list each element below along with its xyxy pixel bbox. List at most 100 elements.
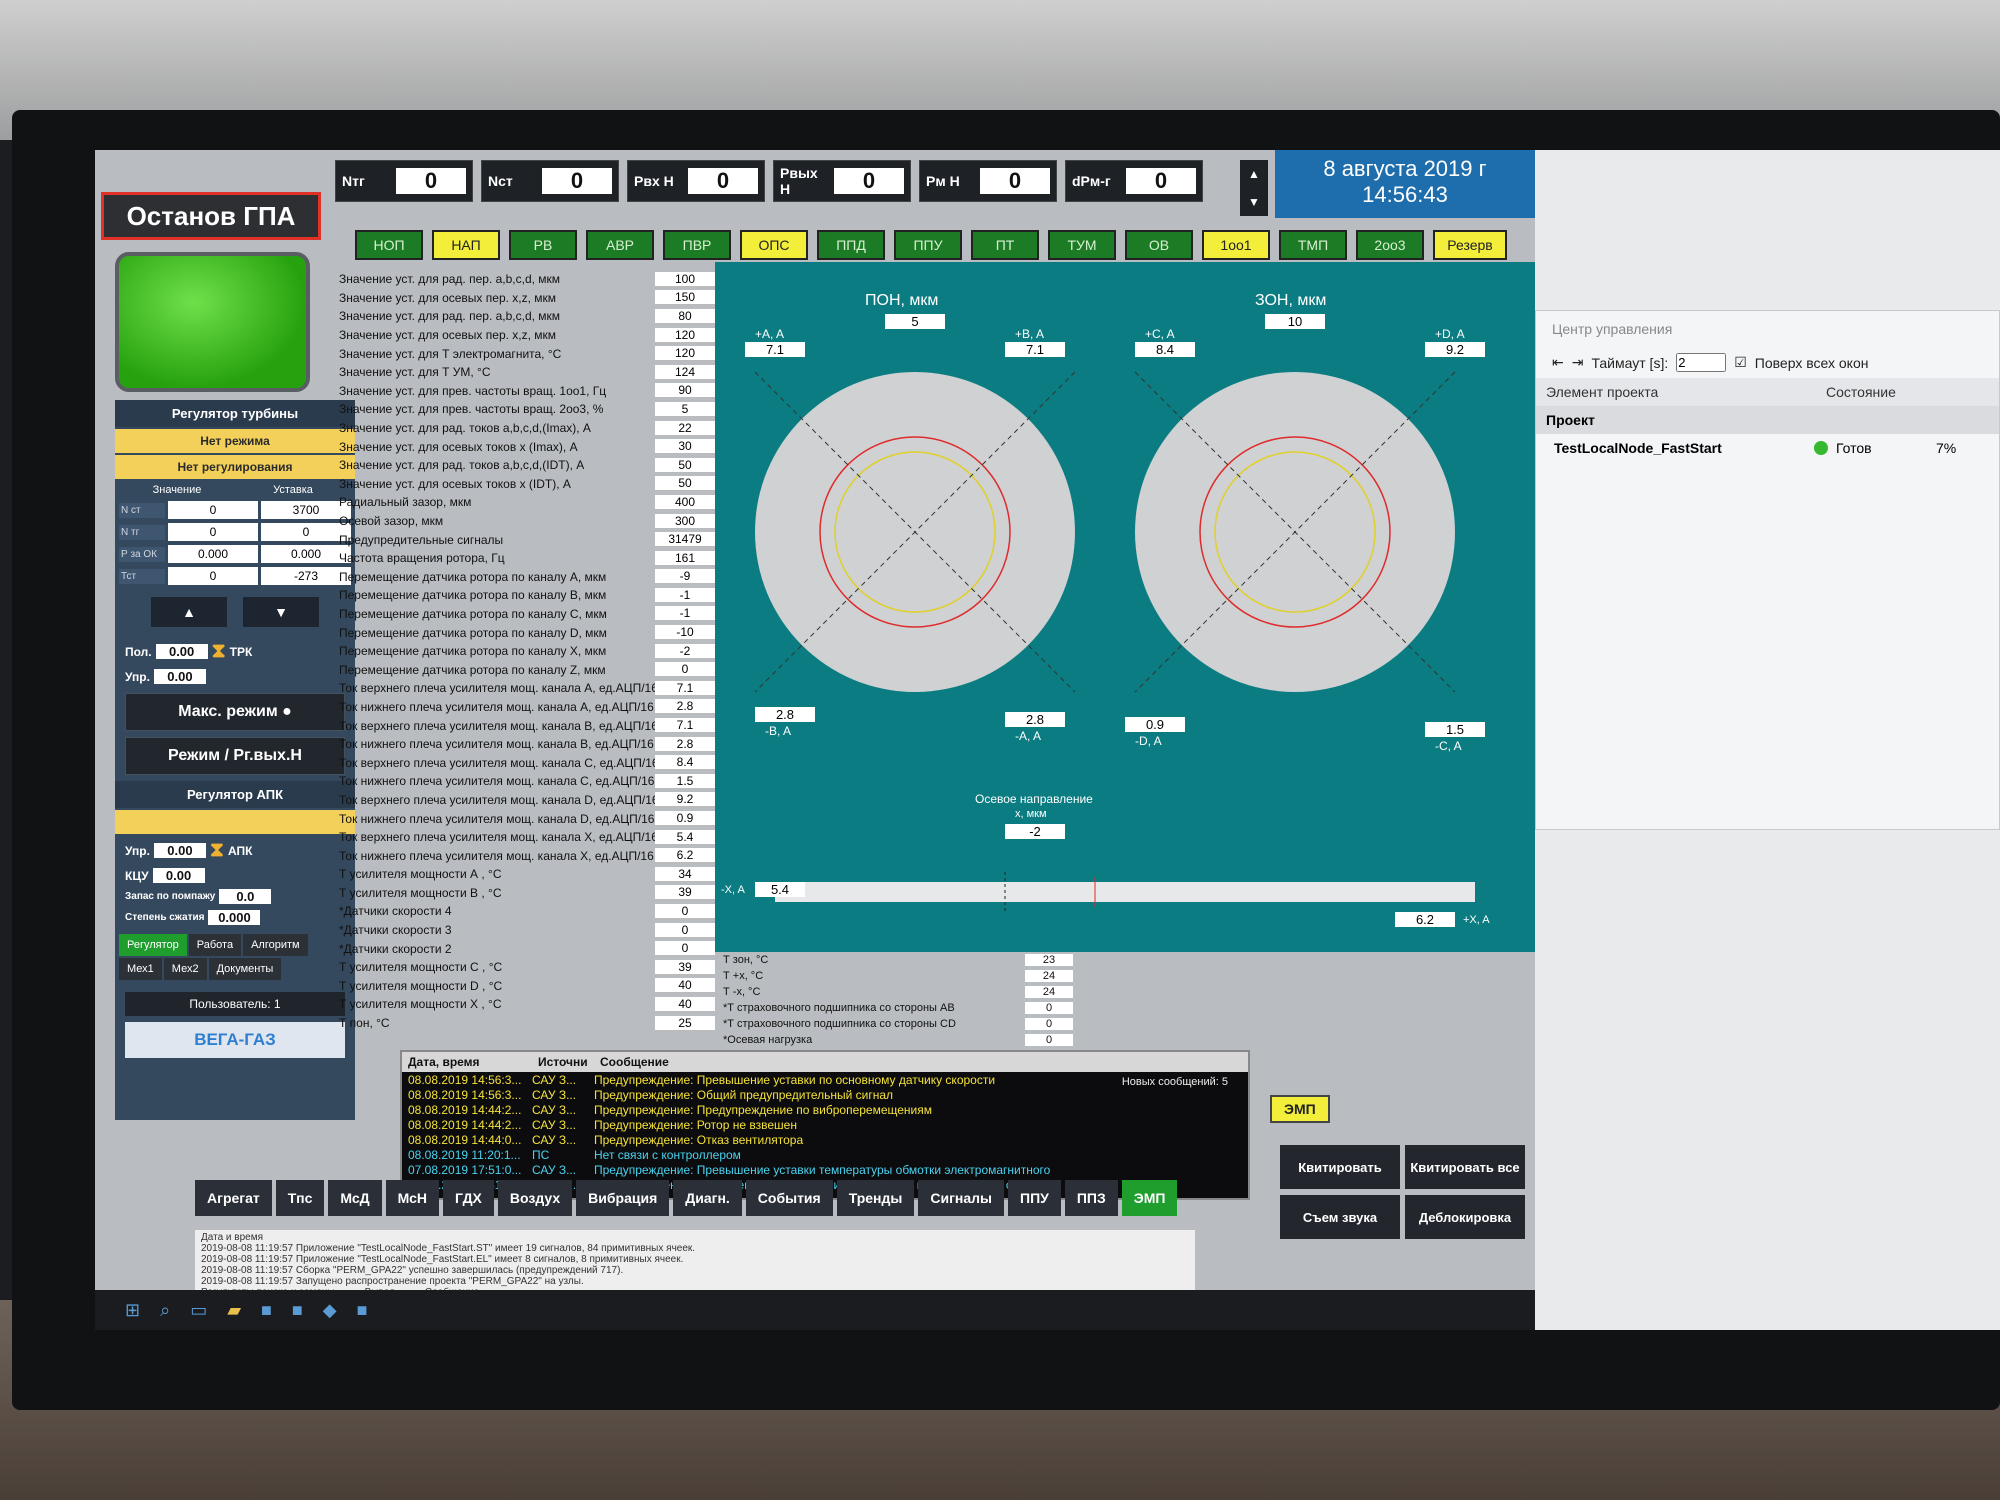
log-message: Предупреждение: Превышение уставки темпе… xyxy=(594,1162,1051,1177)
nav-tab[interactable]: Воздух xyxy=(497,1180,573,1216)
collapse-icon[interactable]: ⇥ xyxy=(1572,354,1584,371)
nav-tab[interactable]: События xyxy=(745,1180,833,1216)
minus-x-value: 5.4 xyxy=(755,882,805,897)
apk-valve-icon: ⧗ xyxy=(209,839,224,861)
new-messages-count: Новых сообщений: 5 xyxy=(1121,1076,1228,1088)
log-row[interactable]: 08.08.2019 14:44:2... САУ З... Предупрежде… xyxy=(402,1117,1248,1132)
scada-app: Останов ГПА Nтг 0 Nст 0 Pвх Н0 Pвых Н0 Рм … xyxy=(95,150,1535,1330)
param-label: Ток верхнего плеча усилителя мощ. канала… xyxy=(339,718,655,733)
extra-row: Т зон, °С 23 xyxy=(715,952,1535,968)
log-row[interactable]: 08.08.2019 11:20:1... ПС Нет связи с контр… xyxy=(402,1147,1248,1162)
sys-button-nop[interactable]: НОП xyxy=(355,230,423,260)
param-value: 25 xyxy=(655,1015,715,1031)
nav-tab[interactable]: Вибрация xyxy=(576,1180,670,1216)
sys-button-rv[interactable]: РВ xyxy=(509,230,577,260)
param-value: 400 xyxy=(655,494,715,510)
sys-button-avr[interactable]: АВР xyxy=(586,230,654,260)
log-message: Предупреждение: Отказ вентилятора xyxy=(594,1132,804,1147)
node-row[interactable]: TestLocalNode_FastStart Готов 7% xyxy=(1536,434,1999,462)
sys-button-pvr[interactable]: ПВР xyxy=(663,230,731,260)
nav-tab[interactable]: Тренды xyxy=(836,1180,915,1216)
param-label: Частота вращения ротора, Гц xyxy=(339,551,505,566)
log-row[interactable]: 08.08.2019 14:56:3... САУ З... Предупрежде… xyxy=(402,1087,1248,1102)
sys-button-ops[interactable]: ОПС xyxy=(740,230,808,260)
sys-button-nap[interactable]: НАП xyxy=(432,230,500,260)
unlock-button[interactable]: Деблокировка xyxy=(1405,1195,1525,1239)
left-tabs: Регулятор Работа Алгоритм Мех1 Мех2 Доку… xyxy=(115,928,355,986)
checkbox-icon[interactable]: ☑ xyxy=(1734,354,1747,371)
param-label: Предупредительные сигналы xyxy=(339,532,504,547)
message-log: Дата, время Источни Сообщение Новых сооб… xyxy=(400,1050,1250,1200)
log-message: Предупреждение: Общий предупредительный … xyxy=(594,1087,894,1102)
param-value: 150 xyxy=(655,290,715,306)
nav-tab[interactable]: Тпс xyxy=(275,1180,325,1216)
time-spinner[interactable]: ▲ ▼ xyxy=(1240,160,1268,216)
tab-mex1[interactable]: Мех1 xyxy=(119,958,162,980)
param-label: Значение уст. для осевых токов x (Imax),… xyxy=(339,439,578,454)
emp-indicator[interactable]: ЭМП xyxy=(1270,1095,1330,1123)
param-value: 5 xyxy=(655,401,715,417)
increase-button[interactable]: ▲ xyxy=(151,597,227,627)
param-label: *Датчики скорости 3 xyxy=(339,923,452,938)
control-center-window: Центр управления ⇤ ⇥ Таймаут [s]: ☑ Пове… xyxy=(1535,310,2000,830)
nav-tab[interactable]: Сигналы xyxy=(918,1180,1004,1216)
app-icon-2[interactable]: ■ xyxy=(292,1300,303,1321)
search-icon[interactable]: ⌕ xyxy=(160,1300,170,1321)
app-icon-1[interactable]: ■ xyxy=(261,1300,272,1321)
up-arrow-icon[interactable]: ▲ xyxy=(1240,160,1268,188)
build-log-datetime: 2019-08-08 11:19:57 xyxy=(201,1254,294,1265)
nav-tab[interactable]: МсН xyxy=(385,1180,439,1216)
sys-button-ppd[interactable]: ППД xyxy=(817,230,885,260)
param-label: Значение уст. для осевых пер. x,z, мкм xyxy=(339,290,557,305)
log-row[interactable]: 07.08.2019 17:51:0... САУ З... Предупрежде… xyxy=(402,1162,1248,1177)
tab-work[interactable]: Работа xyxy=(188,934,242,956)
decrease-button[interactable]: ▼ xyxy=(243,597,319,627)
sys-button-reserve[interactable]: Резерв xyxy=(1433,230,1507,260)
task-view-icon[interactable]: ▭ xyxy=(190,1300,207,1321)
param-label: Значение уст. для Т электромагнита, °С xyxy=(339,346,562,361)
nav-tab[interactable]: ППЗ xyxy=(1064,1180,1118,1216)
sys-button-tmp[interactable]: ТМП xyxy=(1279,230,1347,260)
param-label: Значение уст. для осевых пер. x,z, мкм xyxy=(339,328,557,343)
tab-algorithm[interactable]: Алгоритм xyxy=(243,934,308,956)
app-icon-3[interactable]: ◆ xyxy=(323,1300,337,1321)
tab-regulator[interactable]: Регулятор xyxy=(119,934,187,956)
build-log-message: Запущено распространение проекта "PERM_G… xyxy=(295,1276,584,1287)
max-mode-button[interactable]: Макс. режим ● xyxy=(125,693,345,731)
sys-button-ov[interactable]: ОВ xyxy=(1125,230,1193,260)
extra-value: 24 xyxy=(1025,970,1073,982)
acknowledge-all-button[interactable]: Квитировать все xyxy=(1405,1145,1525,1189)
param-row: Ток верхнего плеча усилителя мощ. канала… xyxy=(335,791,715,810)
ch-plus-b-label: +B, A xyxy=(1015,327,1045,341)
log-row[interactable]: 08.08.2019 14:44:2... САУ З... Предупрежде… xyxy=(402,1102,1248,1117)
sys-button-tum[interactable]: ТУМ xyxy=(1048,230,1116,260)
nav-tab[interactable]: Диагн. xyxy=(673,1180,742,1216)
sys-button-ppu[interactable]: ППУ xyxy=(894,230,962,260)
app-icon-4[interactable]: ■ xyxy=(357,1300,368,1321)
param-label: Значение уст. для рад. пер. a,b,c,d, мкм xyxy=(339,272,561,287)
nav-tab[interactable]: ЭМП xyxy=(1121,1180,1178,1216)
mode-button[interactable]: Режим / Рг.вых.Н xyxy=(125,737,345,775)
param-value: 50 xyxy=(655,457,715,473)
apk-regulator-title: Регулятор АПК xyxy=(115,781,355,808)
nav-tab[interactable]: Агрегат xyxy=(195,1180,272,1216)
sys-button-1oo1[interactable]: 1oo1 xyxy=(1202,230,1270,260)
windows-icon[interactable]: ⊞ xyxy=(125,1300,140,1321)
tab-mex2[interactable]: Мех2 xyxy=(163,958,207,980)
log-row[interactable]: 08.08.2019 14:44:0... САУ З... Предупрежде… xyxy=(402,1132,1248,1147)
tab-documents[interactable]: Документы xyxy=(208,958,282,980)
expand-icon[interactable]: ⇤ xyxy=(1552,354,1564,371)
param-row: Т усилителя мощности А , °С 34 xyxy=(335,865,715,884)
acknowledge-button[interactable]: Квитировать xyxy=(1280,1145,1400,1189)
sys-button-pt[interactable]: ПТ xyxy=(971,230,1039,260)
extra-row: Т -x, °С 24 xyxy=(715,984,1535,1000)
nav-tab[interactable]: ГДХ xyxy=(443,1180,494,1216)
sys-button-2oo3[interactable]: 2oo3 xyxy=(1356,230,1424,260)
nav-tab[interactable]: МсД xyxy=(328,1180,382,1216)
mute-sound-button[interactable]: Съем звука xyxy=(1280,1195,1400,1239)
param-row: Значение уст. для прев. частоты вращ. 1o… xyxy=(335,382,715,401)
nav-tab[interactable]: ППУ xyxy=(1008,1180,1061,1216)
timeout-input[interactable] xyxy=(1676,353,1727,372)
down-arrow-icon[interactable]: ▼ xyxy=(1240,188,1268,216)
folder-icon[interactable]: ▰ xyxy=(227,1300,241,1321)
